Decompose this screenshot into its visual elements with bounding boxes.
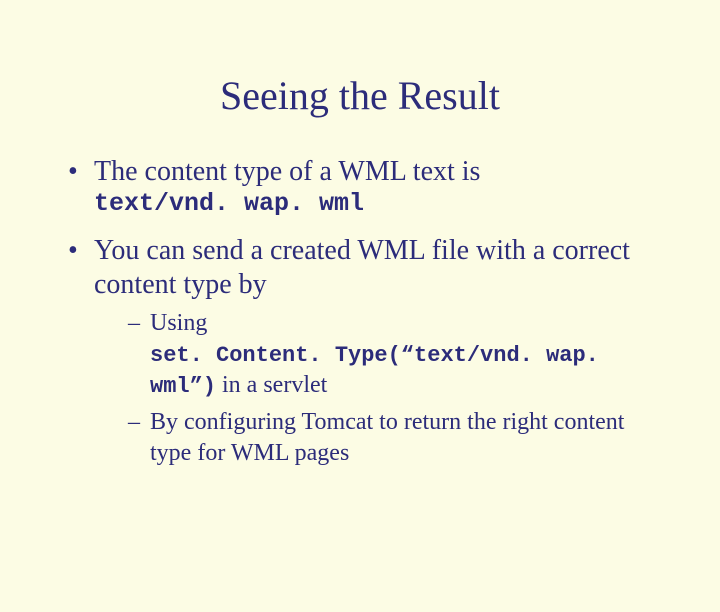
bullet-list: The content type of a WML text is text/v… — [0, 155, 720, 468]
bullet-item-1: The content type of a WML text is text/v… — [64, 155, 656, 220]
sub-bullet-list: Using set. Content. Type(“text/vnd. wap.… — [94, 308, 656, 468]
bullet-item-2: You can send a created WML file with a c… — [64, 234, 656, 469]
bullet-2-text: You can send a created WML file with a c… — [94, 235, 630, 300]
bullet-1-text: The content type of a WML text is — [94, 156, 480, 187]
sub-1-tail: in a servlet — [216, 372, 327, 398]
slide: Seeing the Result The content type of a … — [0, 72, 720, 612]
slide-title: Seeing the Result — [0, 72, 720, 119]
sub-item-2: By configuring Tomcat to return the righ… — [128, 407, 656, 468]
bullet-1-mime: text/vnd. wap. wml — [94, 189, 656, 220]
sub-item-1: Using set. Content. Type(“text/vnd. wap.… — [128, 308, 656, 401]
sub-1-lead: Using — [150, 310, 207, 336]
sub-2-text: By configuring Tomcat to return the righ… — [150, 409, 624, 466]
